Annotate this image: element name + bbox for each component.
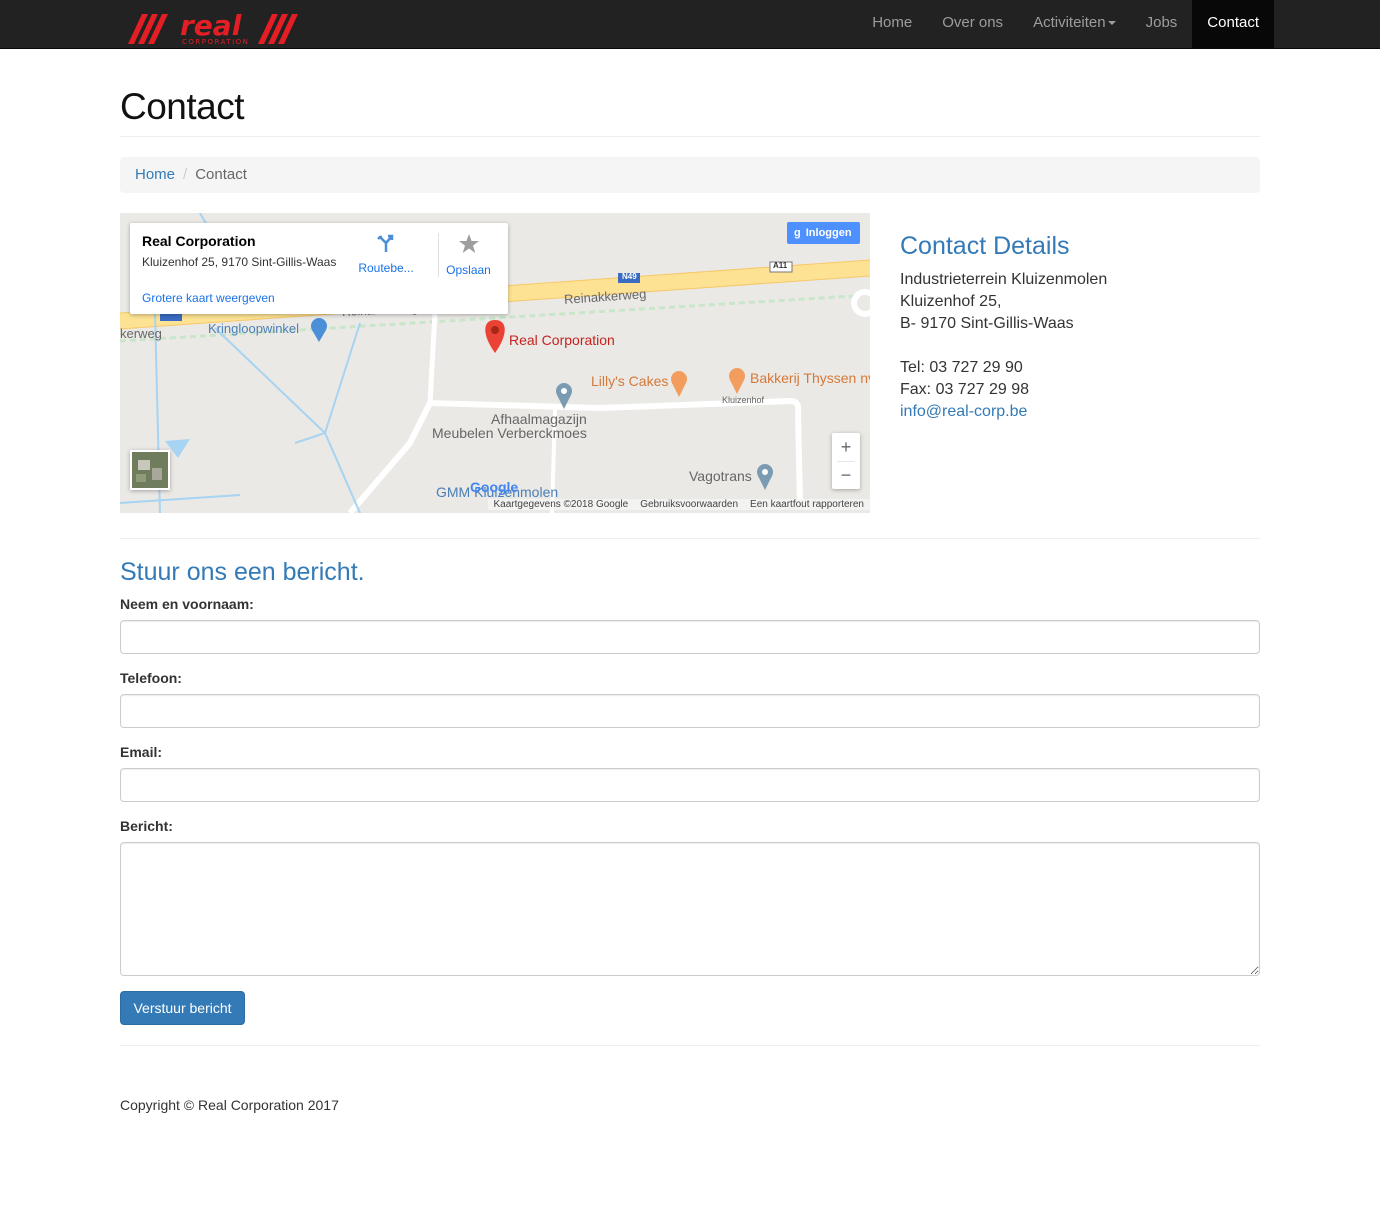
map-label-real-corporation[interactable]: Real Corporation xyxy=(509,332,615,348)
map-label-kringloopwinkel[interactable]: Kringloopwinkel xyxy=(208,321,299,336)
nav-contact-label: Contact xyxy=(1207,14,1259,31)
logo-subtitle: CORPORATION xyxy=(182,38,249,46)
main-nav: Home Over ons Activiteiten Jobs Contact xyxy=(857,0,1274,48)
place-name: Real Corporation xyxy=(142,233,256,249)
nav-contact[interactable]: Contact xyxy=(1192,0,1274,48)
star-icon xyxy=(458,234,479,253)
satellite-toggle-thumbnail[interactable] xyxy=(130,450,170,490)
phone-label: Telefoon: xyxy=(120,670,182,686)
address-line-2: Kluizenhof 25, xyxy=(900,293,1002,310)
email-link[interactable]: info@real-corp.be xyxy=(900,403,1027,420)
nav-activiteiten-label: Activiteiten xyxy=(1033,14,1106,31)
map-place-card: Real Corporation Kluizenhof 25, 9170 Sin… xyxy=(130,223,508,314)
directions-icon xyxy=(377,234,394,252)
place-address: Kluizenhof 25, 9170 Sint-Gillis-Waas xyxy=(142,255,337,269)
phone-input[interactable] xyxy=(120,694,1260,728)
save-place-label: Opslaan xyxy=(446,263,491,277)
save-place-button[interactable]: Opslaan xyxy=(438,233,498,277)
message-textarea[interactable] xyxy=(120,842,1260,976)
divider xyxy=(120,1045,1260,1046)
name-label: Neem en voornaam: xyxy=(120,596,254,612)
message-label: Bericht: xyxy=(120,818,173,834)
zoom-in-button[interactable]: + xyxy=(832,433,860,461)
map-terms-link[interactable]: Gebruiksvoorwaarden xyxy=(634,499,745,510)
google-logo: Google xyxy=(470,479,519,495)
map-label-bakkerij-thyssen[interactable]: Bakkerij Thyssen nv xyxy=(750,370,870,386)
satellite-preview-icon xyxy=(132,452,168,488)
divider xyxy=(120,538,1260,539)
page-title: Contact xyxy=(120,86,245,127)
nav-home-label: Home xyxy=(872,14,913,31)
copyright: Copyright © Real Corporation 2017 xyxy=(120,1097,339,1113)
address-line-1: Industrieterrein Kluizenmolen xyxy=(900,271,1108,288)
zoom-controls: + − xyxy=(832,433,860,489)
nav-activiteiten-dropdown[interactable]: Activiteiten xyxy=(1018,0,1131,48)
map-report-link[interactable]: Een kaartfout rapporteren xyxy=(744,499,870,510)
breadcrumb-separator: / xyxy=(183,166,188,183)
map-label-kerweg: kerweg xyxy=(120,326,162,341)
nav-over-ons[interactable]: Over ons xyxy=(927,0,1018,48)
map-label-kluizenhof: Kluizenhof xyxy=(722,395,765,405)
map-label-a11: A11 xyxy=(773,261,788,270)
zoom-divider xyxy=(837,461,855,462)
google-map[interactable]: N49 A11 Reinakkerweg Reinakkerweg kerweg… xyxy=(120,213,870,513)
name-input[interactable] xyxy=(120,620,1260,654)
nav-jobs[interactable]: Jobs xyxy=(1131,0,1193,48)
address-line-3: B- 9170 Sint-Gillis-Waas xyxy=(900,315,1074,332)
map-data-credit: Kaartgegevens ©2018 Google xyxy=(487,499,635,510)
send-message-button[interactable]: Verstuur bericht xyxy=(120,991,245,1025)
email-input[interactable] xyxy=(120,768,1260,802)
nav-over-ons-label: Over ons xyxy=(942,14,1004,31)
caret-down-icon xyxy=(1107,21,1116,26)
divider xyxy=(120,136,1260,137)
phone-number: Tel: 03 727 29 90 xyxy=(900,359,1023,376)
directions-label: Routebe... xyxy=(358,261,414,275)
directions-button[interactable]: Routebe... xyxy=(358,233,414,275)
map-label-n49: N49 xyxy=(622,272,637,281)
login-label: Inloggen xyxy=(805,227,852,239)
real-corporation-logo[interactable]: real CORPORATION xyxy=(128,9,312,46)
map-attribution: Kaartgegevens ©2018 Google Gebruiksvoorwa… xyxy=(487,497,870,513)
breadcrumb-current: Contact xyxy=(195,166,247,183)
navbar: real CORPORATION Home Over ons Activitei… xyxy=(0,0,1380,49)
breadcrumb-home-link[interactable]: Home xyxy=(135,166,175,183)
zoom-out-button[interactable]: − xyxy=(832,461,860,489)
google-login-button[interactable]: g Inloggen xyxy=(787,222,860,244)
nav-home[interactable]: Home xyxy=(857,0,927,48)
contact-details-title: Contact Details xyxy=(900,232,1070,260)
email-label: Email: xyxy=(120,744,163,760)
breadcrumb: Home / Contact xyxy=(120,157,1260,193)
map-label-vagotrans[interactable]: Vagotrans xyxy=(689,468,752,484)
contact-details: Industrieterrein Kluizenmolen Kluizenhof… xyxy=(900,269,1107,423)
form-title: Stuur ons een bericht. xyxy=(120,558,365,586)
larger-map-link[interactable]: Grotere kaart weergeven xyxy=(142,291,275,305)
nav-jobs-label: Jobs xyxy=(1145,14,1178,31)
map-label-meubelen-verberckmoes[interactable]: Meubelen Verberckmoes xyxy=(432,425,587,441)
google-g-icon: g xyxy=(794,227,801,239)
map-label-lillys-cakes[interactable]: Lilly's Cakes xyxy=(591,373,668,389)
fax-number: Fax: 03 727 29 98 xyxy=(900,381,1029,398)
